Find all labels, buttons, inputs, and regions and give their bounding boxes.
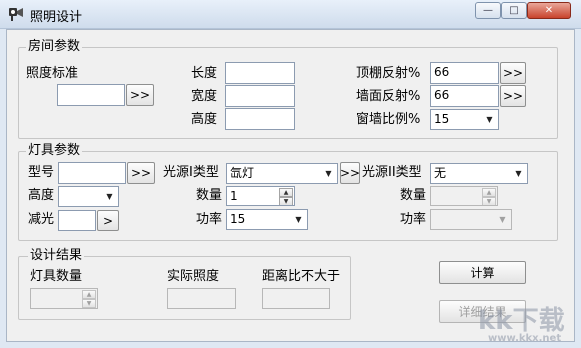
source2-type-label: 光源II类型	[362, 165, 422, 180]
source2-type-value: 无	[434, 166, 447, 180]
close-button[interactable]: ✕	[527, 2, 571, 19]
ceiling-reflect-input[interactable]: 66	[430, 62, 499, 84]
model-select-button[interactable]: >>	[127, 162, 155, 184]
spin-down-icon: ▼	[82, 299, 96, 308]
app-icon	[9, 8, 23, 21]
qty1-value: 1	[230, 189, 238, 203]
power1-select[interactable]: 15 ▼	[226, 209, 308, 230]
qty2-spinner: ▲ ▼	[430, 186, 498, 206]
actual-illum-output	[167, 288, 236, 309]
chevron-down-icon: ▼	[499, 214, 506, 224]
watermark-url: www.kkx.net	[488, 333, 562, 344]
power2-select: ▼	[430, 209, 512, 230]
illuminance-input[interactable]	[57, 84, 125, 106]
fixture-height-label: 高度	[28, 188, 55, 203]
dimming-input[interactable]	[58, 210, 96, 231]
wall-reflect-label: 墙面反射%	[356, 89, 421, 104]
room-params-title: 房间参数	[26, 39, 83, 54]
chevron-down-icon[interactable]: ▼	[511, 165, 526, 182]
dimming-button[interactable]: >	[97, 210, 119, 231]
length-label: 长度	[191, 66, 218, 81]
qty2-spin-buttons: ▲ ▼	[482, 188, 496, 205]
chevron-down-icon[interactable]: ▼	[102, 188, 117, 205]
room-height-label: 高度	[191, 112, 218, 127]
source1-type-label: 光源I类型	[163, 165, 219, 180]
spin-down-icon[interactable]: ▼	[279, 197, 293, 205]
fixture-height-select[interactable]: ▼	[58, 186, 119, 207]
length-input[interactable]	[225, 62, 295, 84]
spin-up-icon: ▲	[482, 188, 496, 197]
source1-select-button[interactable]: >>	[340, 162, 360, 184]
width-input[interactable]	[225, 85, 295, 107]
qty1-spinner[interactable]: 1 ▲ ▼	[226, 186, 295, 206]
room-height-input[interactable]	[225, 108, 295, 130]
power1-value: 15	[230, 212, 246, 226]
result-title: 设计结果	[28, 248, 85, 263]
power2-label: 功率	[400, 212, 427, 227]
illuminance-select-button[interactable]: >>	[126, 84, 154, 106]
width-label: 宽度	[191, 89, 218, 104]
spin-down-icon: ▼	[482, 197, 496, 205]
actual-illum-label: 实际照度	[167, 269, 220, 284]
model-label: 型号	[28, 165, 55, 180]
fixture-count-spinner: ▲ ▼	[30, 288, 98, 309]
window-title: 照明设计	[30, 10, 83, 25]
power1-label: 功率	[196, 212, 223, 227]
source1-type-value: 氙灯	[230, 166, 255, 180]
wall-reflect-input[interactable]: 66	[430, 85, 499, 107]
ceiling-reflect-button[interactable]: >>	[500, 62, 526, 84]
chevron-down-icon[interactable]: ▼	[482, 111, 497, 128]
spacing-ratio-label: 距离比不大于	[262, 269, 341, 284]
spin-up-icon: ▲	[82, 290, 96, 299]
window-ratio-label: 窗墙比例%	[356, 112, 421, 127]
illuminance-label: 照度标准	[26, 66, 79, 81]
compute-button[interactable]: 计算	[439, 261, 526, 284]
spacing-ratio-output	[262, 288, 330, 309]
qty2-label: 数量	[400, 188, 427, 203]
watermark-logo: kk下载	[478, 306, 565, 336]
chevron-down-icon[interactable]: ▼	[321, 165, 336, 182]
source2-type-select[interactable]: 无 ▼	[430, 163, 528, 184]
fixture-count-spin-buttons: ▲ ▼	[82, 290, 96, 308]
fixture-count-label: 灯具数量	[30, 269, 83, 284]
ceiling-reflect-label: 顶棚反射%	[356, 66, 421, 81]
source1-type-select[interactable]: 氙灯 ▼	[226, 163, 338, 184]
chevron-down-icon[interactable]: ▼	[291, 211, 306, 228]
maximize-button[interactable]: □	[501, 2, 527, 19]
dimming-label: 减光	[28, 212, 55, 227]
spin-up-icon[interactable]: ▲	[279, 188, 293, 197]
qty1-label: 数量	[196, 188, 223, 203]
window-ratio-select[interactable]: 15 ▼	[430, 109, 499, 130]
qty1-spin-buttons[interactable]: ▲ ▼	[279, 188, 293, 205]
window-ratio-value: 15	[434, 112, 450, 126]
wall-reflect-button[interactable]: >>	[500, 85, 526, 107]
fixture-params-title: 灯具参数	[26, 143, 83, 158]
minimize-button[interactable]: —	[475, 2, 501, 19]
model-input[interactable]	[58, 162, 126, 184]
